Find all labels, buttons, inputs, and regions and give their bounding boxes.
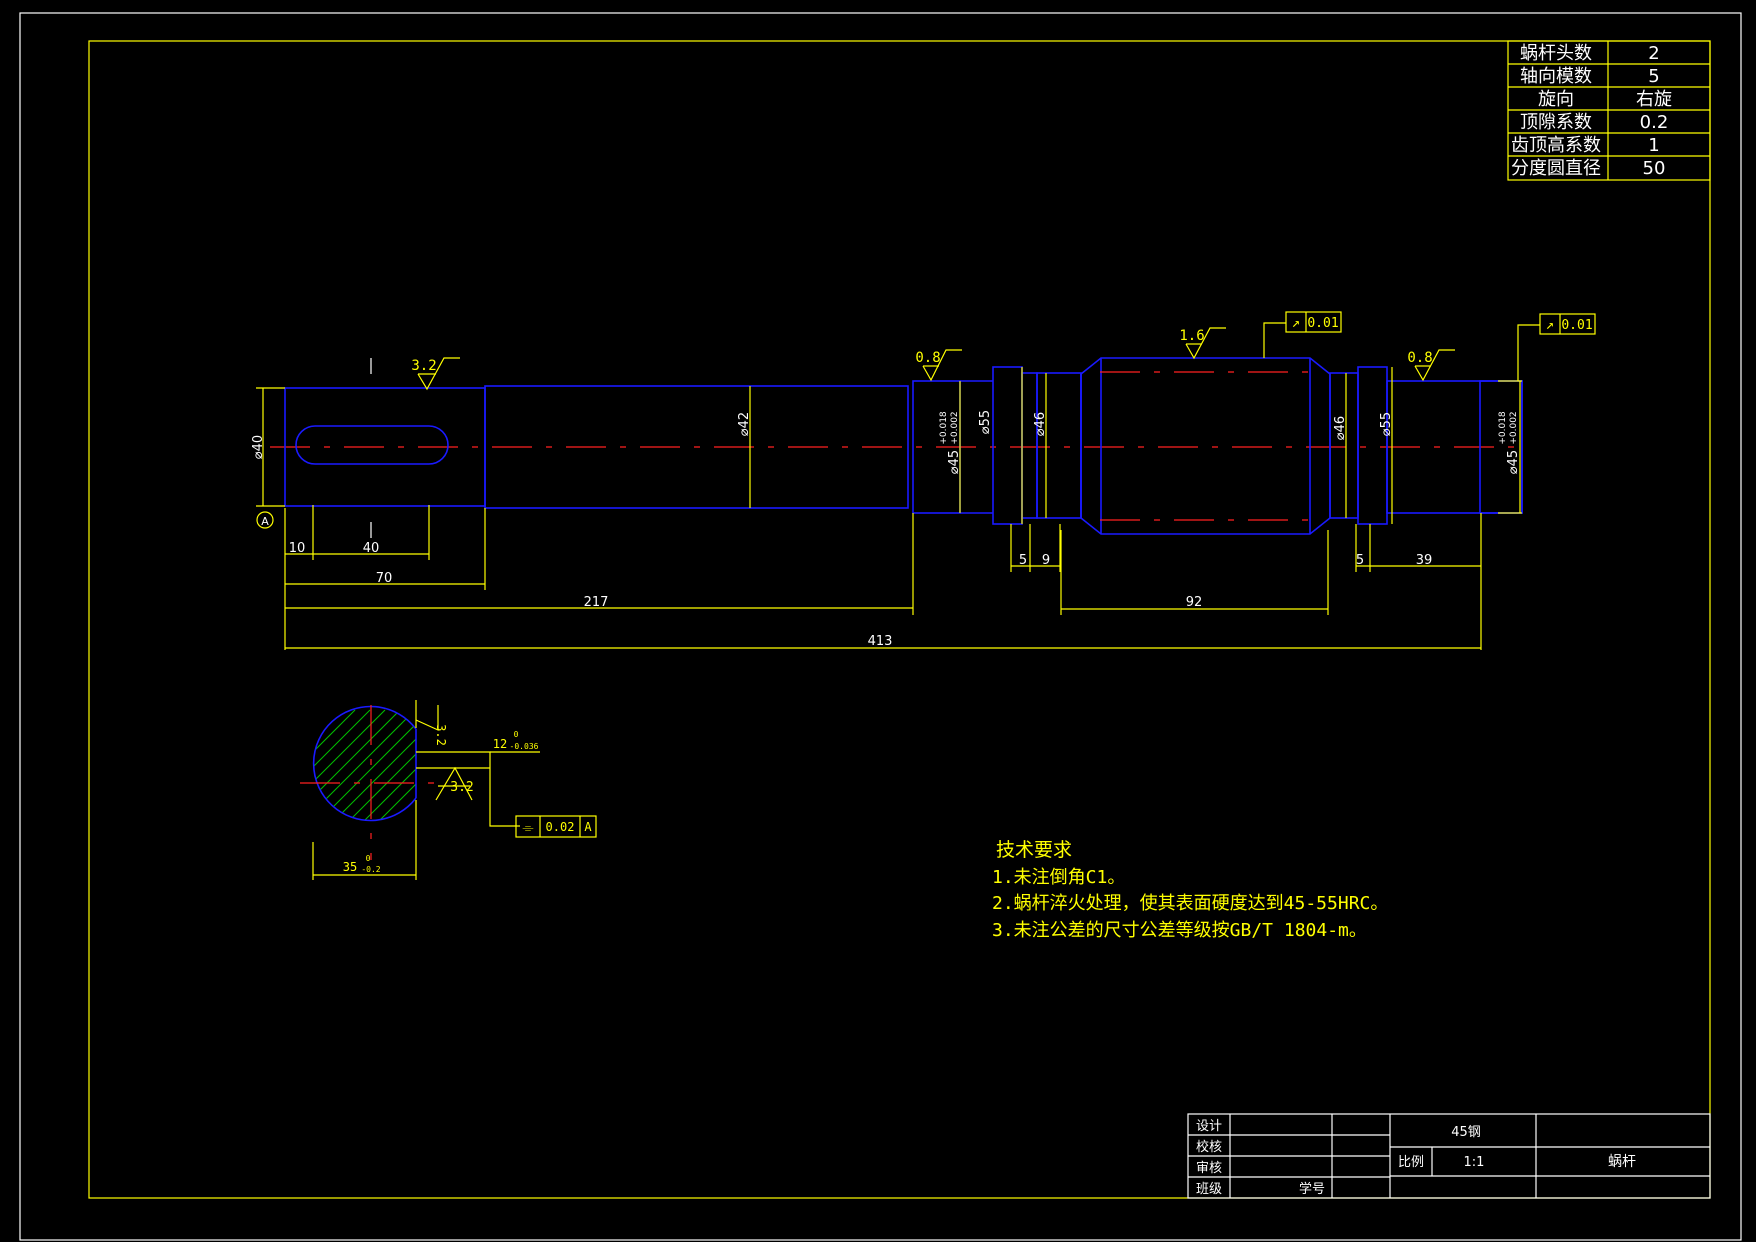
tb-part-name: 蜗杆 bbox=[1608, 1154, 1636, 1170]
param-value-4: 1 bbox=[1648, 135, 1659, 156]
section-depth-tol-top: 0 bbox=[366, 854, 371, 863]
key-width: 12 bbox=[493, 737, 507, 751]
diameter-55-left: ⌀55 bbox=[978, 410, 993, 434]
diameter-45-left: ⌀45 bbox=[947, 450, 962, 474]
dim-40: 40 bbox=[363, 541, 380, 556]
note-2: 2.蜗杆淬火处理，使其表面硬度达到45-55HRC。 bbox=[992, 893, 1388, 914]
diameter-45-right-tol-lo: +0.002 bbox=[1509, 411, 1519, 444]
param-name-3: 顶隙系数 bbox=[1520, 112, 1592, 133]
symmetry-datum: A bbox=[584, 820, 592, 834]
drawing-sheet: 蜗杆头数 2 轴向模数 5 旋向 右旋 顶隙系数 0.2 齿顶高系数 1 分度圆… bbox=[19, 12, 1742, 1241]
dim-5b: 5 bbox=[1356, 553, 1364, 568]
dim-92: 92 bbox=[1186, 595, 1203, 610]
dim-9: 9 bbox=[1042, 553, 1050, 568]
param-name-0: 蜗杆头数 bbox=[1520, 43, 1592, 64]
note-1: 1.未注倒角C1。 bbox=[992, 867, 1125, 888]
section-depth-tol-bot: -0.2 bbox=[361, 865, 380, 874]
diameter-45-left-tol-lo: +0.002 bbox=[950, 411, 960, 444]
key-width-tol-bot: -0.036 bbox=[510, 742, 539, 751]
roughness-3: 1.6 bbox=[1179, 328, 1204, 344]
param-value-1: 5 bbox=[1648, 66, 1659, 87]
roughness-4: 0.8 bbox=[1407, 350, 1432, 366]
symmetry-symbol: ⌯ bbox=[522, 820, 533, 836]
runout-value-2: 0.01 bbox=[1561, 318, 1592, 333]
runout-symbol-1: ↗ bbox=[1292, 315, 1300, 331]
tb-scale-label: 比例 bbox=[1398, 1155, 1424, 1170]
roughness-1: 3.2 bbox=[411, 358, 436, 374]
param-value-0: 2 bbox=[1648, 43, 1659, 64]
diameter-46-right: ⌀46 bbox=[1333, 416, 1348, 440]
diameter-55-right: ⌀55 bbox=[1379, 412, 1394, 436]
diameter-42: ⌀42 bbox=[737, 412, 752, 436]
keyway-cross-section: 3.2 3.2 12 0 -0.036 35 0 -0.2 ⌯ 0.02 A bbox=[300, 700, 597, 880]
runout-value-1: 0.01 bbox=[1307, 316, 1338, 331]
diameter-40: ⌀40 bbox=[251, 435, 266, 459]
tb-student-no: 学号 bbox=[1299, 1181, 1325, 1197]
roughness-2: 0.8 bbox=[915, 350, 940, 366]
shaft-front-view bbox=[270, 357, 1523, 535]
tb-check: 校核 bbox=[1196, 1139, 1222, 1155]
outer-border bbox=[19, 12, 1742, 1241]
tb-scale: 1:1 bbox=[1464, 1155, 1485, 1170]
title-block: 设计 校核 审核 班级 学号 45钢 比例 1:1 蜗杆 bbox=[1187, 1113, 1711, 1199]
section-roughness-2: 3.2 bbox=[434, 724, 448, 746]
diameter-45-right: ⌀45 bbox=[1506, 450, 1521, 474]
param-name-4: 齿顶高系数 bbox=[1511, 135, 1601, 156]
tb-class: 班级 bbox=[1196, 1182, 1222, 1197]
diameter-46-left: ⌀46 bbox=[1033, 412, 1048, 436]
param-value-3: 0.2 bbox=[1640, 112, 1669, 133]
inner-border bbox=[88, 40, 1711, 1199]
parameter-table: 蜗杆头数 2 轴向模数 5 旋向 右旋 顶隙系数 0.2 齿顶高系数 1 分度圆… bbox=[1507, 40, 1711, 181]
diameter-45-left-tol-hi: +0.018 bbox=[939, 411, 949, 445]
diameter-45-right-tol-hi: +0.018 bbox=[1498, 411, 1508, 445]
datum-a-label: A bbox=[261, 515, 269, 528]
dim-413: 413 bbox=[868, 634, 893, 649]
tb-review: 审核 bbox=[1196, 1161, 1222, 1176]
dim-70: 70 bbox=[376, 571, 393, 586]
dim-217: 217 bbox=[584, 595, 609, 610]
key-width-tol-top: 0 bbox=[514, 730, 519, 739]
param-value-5: 50 bbox=[1643, 158, 1666, 179]
symmetry-value: 0.02 bbox=[546, 820, 575, 834]
technical-notes: 技术要求 1.未注倒角C1。 2.蜗杆淬火处理，使其表面硬度达到45-55HRC… bbox=[992, 839, 1388, 941]
keyway-slot bbox=[295, 425, 449, 465]
runout-symbol-2: ↗ bbox=[1546, 317, 1554, 333]
param-value-2: 右旋 bbox=[1636, 89, 1672, 110]
dim-5a: 5 bbox=[1019, 553, 1027, 568]
tb-material: 45钢 bbox=[1451, 1125, 1481, 1140]
notes-title: 技术要求 bbox=[996, 839, 1072, 861]
param-name-5: 分度圆直径 bbox=[1511, 158, 1601, 179]
section-depth: 35 bbox=[343, 860, 357, 874]
tb-design: 设计 bbox=[1196, 1119, 1222, 1134]
param-name-1: 轴向模数 bbox=[1520, 66, 1592, 87]
note-3: 3.未注公差的尺寸公差等级按GB/T 1804-m。 bbox=[992, 920, 1367, 941]
dim-10: 10 bbox=[289, 541, 306, 556]
dim-39: 39 bbox=[1416, 553, 1433, 568]
section-roughness-1: 3.2 bbox=[450, 780, 473, 795]
param-name-2: 旋向 bbox=[1538, 89, 1574, 110]
